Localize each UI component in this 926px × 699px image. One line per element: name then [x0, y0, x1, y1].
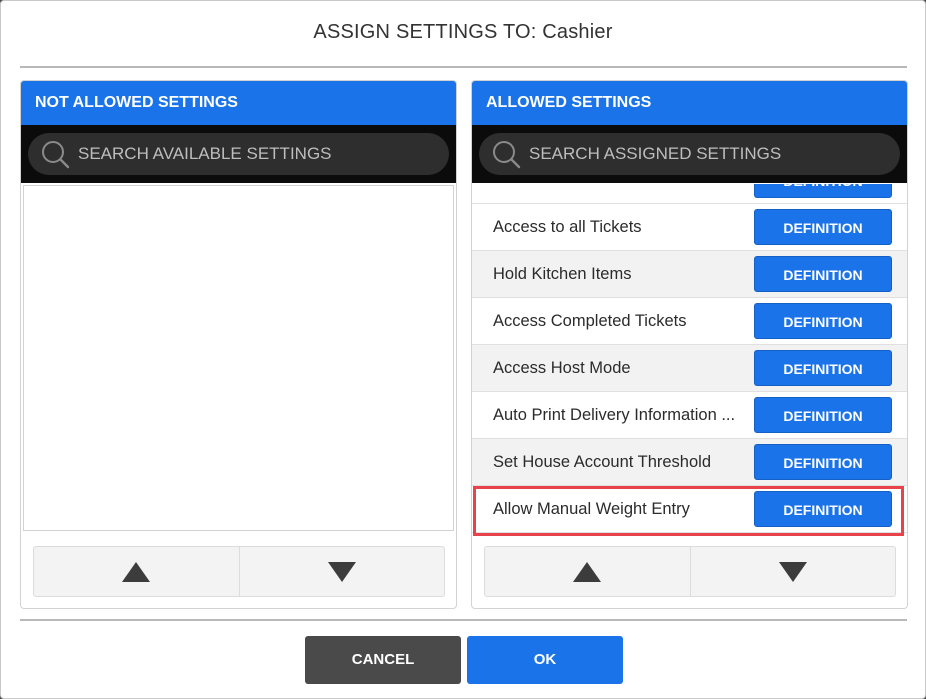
triangle-up-icon: [573, 561, 602, 582]
search-icon: [493, 141, 521, 169]
definition-button[interactable]: DEFINITION: [754, 444, 892, 480]
setting-label: Access Host Mode: [493, 359, 631, 377]
allowed-scroll-up-button[interactable]: [485, 547, 690, 596]
definition-button[interactable]: DEFINITION: [754, 303, 892, 339]
list-item-selected[interactable]: Allow Manual Weight Entry DEFINITION: [472, 486, 907, 533]
setting-label: Hold Kitchen Items: [493, 265, 632, 283]
title-divider: [20, 66, 907, 68]
not-allowed-search-bar: SEARCH AVAILABLE SETTINGS: [21, 125, 456, 183]
list-item[interactable]: Access to all Tickets DEFINITION: [472, 204, 907, 251]
ok-button[interactable]: OK: [467, 636, 623, 684]
assign-settings-dialog: ASSIGN SETTINGS TO: Cashier NOT ALLOWED …: [0, 0, 926, 699]
not-allowed-scroll-up-button[interactable]: [34, 547, 239, 596]
definition-button[interactable]: DEFINITION: [754, 397, 892, 433]
definition-button[interactable]: DEFINITION: [754, 209, 892, 245]
setting-label: Set House Account Threshold: [493, 453, 711, 471]
list-item[interactable]: Auto Print Delivery Information ... DEFI…: [472, 392, 907, 439]
allowed-header: ALLOWED SETTINGS: [472, 81, 907, 125]
triangle-down-icon: [778, 561, 807, 582]
allowed-panel: ALLOWED SETTINGS SEARCH ASSIGNED SETTING…: [471, 80, 908, 609]
search-icon: [42, 141, 70, 169]
not-allowed-scroll-down-button[interactable]: [238, 547, 445, 596]
definition-button[interactable]: DEFINITION: [754, 256, 892, 292]
definition-button[interactable]: DEFINITION: [754, 491, 892, 527]
allowed-list[interactable]: DEFINITION Access to all Tickets DEFINIT…: [472, 184, 907, 537]
list-item: DEFINITION: [472, 184, 907, 204]
not-allowed-panel: NOT ALLOWED SETTINGS SEARCH AVAILABLE SE…: [20, 80, 457, 609]
list-item[interactable]: Hold Kitchen Items DEFINITION: [472, 251, 907, 298]
cancel-button[interactable]: CANCEL: [305, 636, 461, 684]
search-available-input[interactable]: SEARCH AVAILABLE SETTINGS: [28, 133, 449, 175]
definition-button[interactable]: DEFINITION: [754, 184, 892, 198]
triangle-up-icon: [122, 561, 151, 582]
list-item[interactable]: Set House Account Threshold DEFINITION: [472, 439, 907, 486]
setting-label: Allow Manual Weight Entry: [493, 500, 690, 518]
list-item[interactable]: Access Host Mode DEFINITION: [472, 345, 907, 392]
definition-button[interactable]: DEFINITION: [754, 350, 892, 386]
not-allowed-header: NOT ALLOWED SETTINGS: [21, 81, 456, 125]
setting-label: Auto Print Delivery Information ...: [493, 406, 736, 424]
not-allowed-scroll-buttons: [33, 546, 445, 597]
list-item[interactable]: Access Completed Tickets DEFINITION: [472, 298, 907, 345]
search-assigned-input[interactable]: SEARCH ASSIGNED SETTINGS: [479, 133, 900, 175]
not-allowed-list[interactable]: [23, 185, 454, 531]
triangle-down-icon: [327, 561, 356, 582]
allowed-scroll-buttons: [484, 546, 896, 597]
footer-divider: [20, 619, 907, 621]
setting-label: Access Completed Tickets: [493, 312, 687, 330]
allowed-scroll-down-button[interactable]: [689, 547, 896, 596]
search-available-placeholder: SEARCH AVAILABLE SETTINGS: [78, 144, 332, 163]
dialog-title: ASSIGN SETTINGS TO: Cashier: [313, 21, 613, 43]
setting-label: Access to all Tickets: [493, 218, 642, 236]
allowed-search-bar: SEARCH ASSIGNED SETTINGS: [472, 125, 907, 183]
search-assigned-placeholder: SEARCH ASSIGNED SETTINGS: [529, 144, 782, 163]
